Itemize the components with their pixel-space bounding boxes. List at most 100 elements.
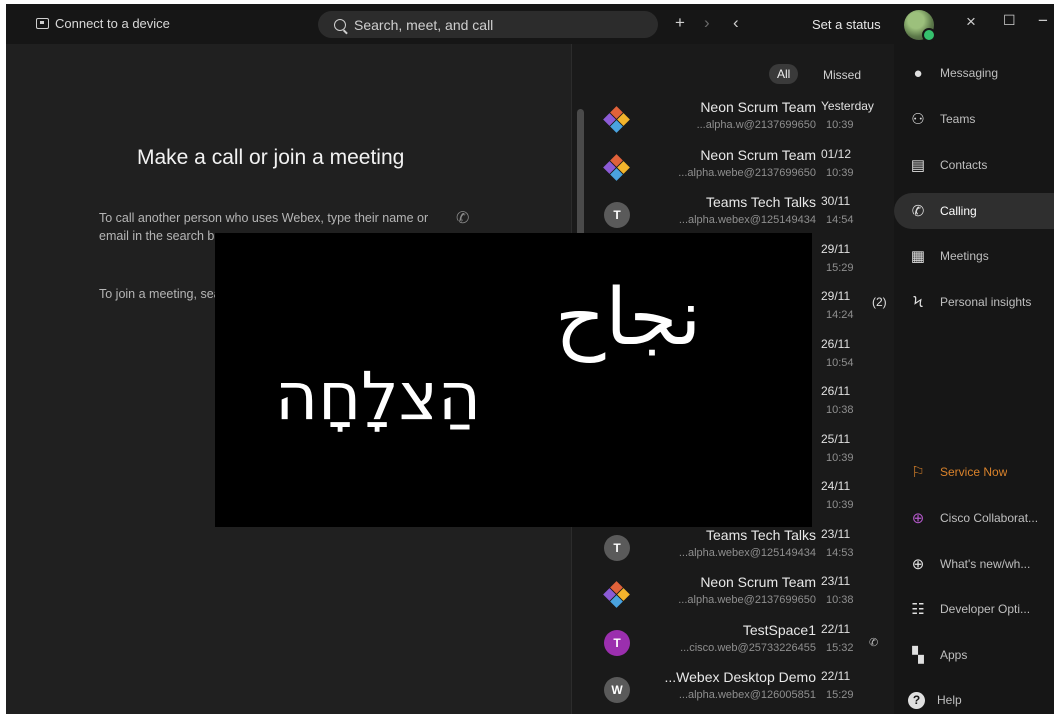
call-time: 10:39 bbox=[826, 452, 854, 464]
nav-item-teams[interactable]: ⚇ Teams bbox=[894, 101, 1054, 137]
globe-icon: ⊕ bbox=[911, 556, 925, 573]
call-time: 10:38 bbox=[826, 404, 854, 416]
call-date: 30/11 bbox=[821, 194, 851, 208]
nav-item-service-now[interactable]: ⚐ Service Now bbox=[894, 454, 1054, 490]
team-logo-icon bbox=[603, 154, 630, 181]
maximize-icon[interactable]: ☐ bbox=[1003, 12, 1016, 29]
call-time: 10:39 bbox=[826, 499, 854, 511]
call-row[interactable]: Neon Scrum Team ...alpha.webe@2137699650 0… bbox=[572, 145, 895, 191]
call-time: 10:39 bbox=[826, 167, 854, 179]
presence-icon bbox=[922, 28, 936, 42]
call-address: ...alpha.webex@126005851 bbox=[678, 689, 816, 701]
nav-item-messaging[interactable]: ● Messaging bbox=[894, 55, 1054, 91]
nav-item-label: Developer Opti... bbox=[940, 602, 1031, 616]
right-nav: ● Messaging ⚇ Teams ▤ Contacts ✆ Calling ▦ Meetin… bbox=[894, 44, 1054, 714]
insights-icon: Ϟ bbox=[913, 293, 923, 311]
call-address: ...alpha.webe@2137699650 bbox=[678, 594, 816, 606]
phone-icon: ✆ bbox=[911, 203, 925, 220]
call-date: Yesterday bbox=[821, 99, 874, 113]
overlay-hebrew-text: הַצלָחָה bbox=[275, 358, 482, 435]
filter-missed-tab[interactable]: Missed bbox=[823, 68, 861, 82]
nav-item-label: Calling bbox=[940, 204, 977, 218]
call-time: 10:38 bbox=[826, 594, 854, 606]
call-date: 01/12 bbox=[821, 147, 852, 161]
call-name: Neon Scrum Team bbox=[700, 147, 816, 163]
call-time: 15:29 bbox=[826, 689, 854, 701]
nav-item-label: Help bbox=[937, 693, 962, 707]
call-date: 24/11 bbox=[821, 479, 851, 493]
call-date: 22/11 bbox=[821, 669, 851, 683]
call-row[interactable]: Neon Scrum Team ...alpha.webe@2137699650 2… bbox=[572, 572, 895, 618]
search-placeholder: Search, meet, and call bbox=[354, 16, 494, 33]
call-time: 14:24 bbox=[826, 309, 854, 321]
phone-outline-icon: ✆ bbox=[456, 210, 470, 227]
connect-device-label: Connect to a device bbox=[55, 16, 170, 31]
contact-avatar: T bbox=[604, 535, 630, 561]
call-time: 10:39 bbox=[826, 119, 854, 131]
call-name: Teams Tech Talks bbox=[706, 527, 816, 543]
nav-item-label: Apps bbox=[940, 648, 968, 662]
nav-item-personal-insights[interactable]: Ϟ Personal insights bbox=[894, 284, 1054, 320]
call-time: 14:54 bbox=[826, 214, 854, 226]
call-address: ...alpha.webex@125149434 bbox=[678, 547, 816, 559]
call-date: 26/11 bbox=[821, 384, 851, 398]
phone-small-icon: ✆ bbox=[869, 637, 879, 649]
contact-avatar: T bbox=[604, 202, 630, 228]
nav-item-apps[interactable]: ▚ Apps bbox=[894, 637, 1054, 673]
call-date: 29/11 bbox=[821, 289, 851, 303]
set-status-button[interactable]: Set a status bbox=[812, 17, 881, 32]
call-date: 23/11 bbox=[821, 574, 851, 588]
nav-item-meetings[interactable]: ▦ Meetings bbox=[894, 238, 1054, 274]
minimize-icon[interactable]: − bbox=[1038, 11, 1048, 31]
close-icon[interactable]: × bbox=[966, 12, 976, 32]
overlay-arabic-text: نجاح bbox=[555, 273, 702, 363]
call-row[interactable]: T Teams Tech Talks ...alpha.webex@12514943… bbox=[572, 192, 895, 238]
call-row[interactable]: T Teams Tech Talks ...alpha.webex@12514943… bbox=[572, 525, 895, 571]
call-row[interactable]: W ...Webex Desktop Demo ...alpha.webex@126… bbox=[572, 667, 895, 713]
search-bar[interactable]: Search, meet, and call bbox=[318, 11, 658, 38]
forward-arrow-icon[interactable]: › bbox=[704, 13, 710, 33]
nav-item-cisco-collaborat[interactable]: ⊕ Cisco Collaborat... bbox=[894, 500, 1054, 536]
apps-icon: ▚ bbox=[912, 647, 924, 664]
call-address: ...cisco.web@25733226455 bbox=[680, 642, 816, 654]
call-date: 29/11 bbox=[821, 242, 851, 256]
filter-all-tab[interactable]: All bbox=[769, 64, 799, 84]
call-row[interactable]: Neon Scrum Team ...alpha.w@2137699650 Yest… bbox=[572, 97, 895, 143]
missed-count-badge: (2) bbox=[872, 295, 887, 309]
search-icon bbox=[334, 18, 346, 31]
user-avatar[interactable] bbox=[904, 10, 936, 42]
call-name: Teams Tech Talks bbox=[706, 194, 816, 210]
back-arrow-icon[interactable]: ‹ bbox=[733, 13, 739, 33]
call-address: ...alpha.webex@125149434 bbox=[678, 214, 816, 226]
plus-icon[interactable]: + bbox=[675, 13, 685, 33]
nav-item-calling[interactable]: ✆ Calling bbox=[894, 193, 1054, 229]
team-logo-icon bbox=[603, 581, 630, 608]
call-address: ...alpha.webe@2137699650 bbox=[678, 167, 816, 179]
nav-item-label: Contacts bbox=[940, 158, 988, 172]
teams-icon: ⚇ bbox=[911, 111, 925, 128]
connect-device-button[interactable]: Connect to a device bbox=[36, 16, 170, 31]
nav-item-developer-opti[interactable]: ☷ Developer Opti... bbox=[894, 591, 1054, 627]
call-name: Neon Scrum Team bbox=[700, 99, 816, 115]
chat-bubble-icon: ● bbox=[913, 64, 923, 82]
nav-item-what-s-new-wh[interactable]: ⊕ What's new/wh... bbox=[894, 546, 1054, 582]
help-icon: ? bbox=[908, 691, 925, 709]
call-address: ...alpha.w@2137699650 bbox=[696, 119, 816, 131]
nav-item-label: What's new/wh... bbox=[940, 557, 1031, 571]
call-name: TestSpace1 bbox=[742, 622, 816, 638]
contact-avatar: W bbox=[604, 677, 630, 703]
nav-item-label: Personal insights bbox=[940, 295, 1032, 309]
page-title: Make a call or join a meeting bbox=[137, 146, 405, 169]
developer-icon: ☷ bbox=[911, 601, 925, 618]
contacts-icon: ▤ bbox=[910, 157, 926, 174]
call-date: 26/11 bbox=[821, 337, 851, 351]
team-logo-icon bbox=[603, 106, 630, 133]
nav-item-contacts[interactable]: ▤ Contacts bbox=[894, 147, 1054, 183]
call-row[interactable]: T TestSpace1 ...cisco.web@25733226455 22/11… bbox=[572, 620, 895, 666]
nav-item-help[interactable]: ? Help bbox=[894, 682, 1054, 714]
flag-icon: ⚐ bbox=[911, 464, 925, 481]
nav-item-label: Meetings bbox=[940, 249, 989, 263]
title-bar: Connect to a device Search, meet, and ca… bbox=[6, 4, 1054, 44]
call-time: 15:29 bbox=[826, 262, 854, 274]
nav-item-label: Messaging bbox=[940, 66, 999, 80]
